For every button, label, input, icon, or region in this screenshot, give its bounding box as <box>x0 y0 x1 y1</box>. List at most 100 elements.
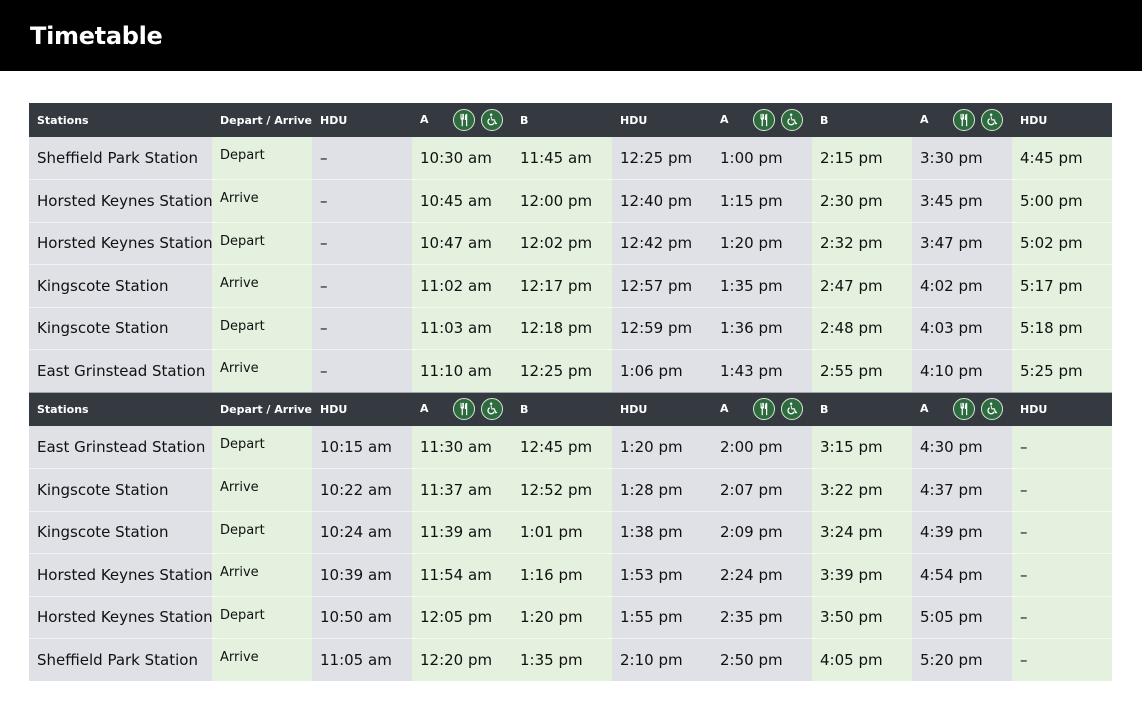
header-train-label: HDU <box>620 402 648 416</box>
header-train: B <box>812 392 912 426</box>
time-cell: 2:47 pm <box>812 264 912 308</box>
depart-arrive-label: Arrive <box>212 349 312 393</box>
header-train: HDU <box>612 392 712 426</box>
time-cell: 2:00 pm <box>712 426 812 469</box>
header-train: B <box>512 392 612 426</box>
depart-arrive-label: Depart <box>212 596 312 639</box>
time-cell: 1:53 pm <box>612 553 712 597</box>
table-row: East Grinstead Station Depart 10:15 am 11:3… <box>29 426 1112 469</box>
time-cell: – <box>312 349 412 393</box>
station-name: Sheffield Park Station <box>29 137 212 180</box>
header-train: A <box>712 392 812 426</box>
time-cell: 4:39 pm <box>912 511 1012 554</box>
station-name: Sheffield Park Station <box>29 638 212 682</box>
table-row: Kingscote Station Arrive –11:02 am 12:17 pm… <box>29 264 1112 308</box>
time-cell: 1:36 pm <box>712 307 812 350</box>
depart-arrive-label: Depart <box>212 222 312 265</box>
amenity-icons <box>452 109 503 131</box>
header-train-label: A <box>920 402 929 416</box>
time-cell: – <box>1012 596 1112 639</box>
time-cell: 12:59 pm <box>612 307 712 350</box>
time-cell: 4:10 pm <box>912 349 1012 393</box>
time-cell: 2:07 pm <box>712 468 812 512</box>
time-cell: 10:45 am <box>412 179 512 223</box>
time-cell: 1:43 pm <box>712 349 812 393</box>
time-cell: 1:01 pm <box>512 511 612 554</box>
time-cell: 5:05 pm <box>912 596 1012 639</box>
time-cell: 1:00 pm <box>712 137 812 180</box>
time-cell: 12:25 pm <box>612 137 712 180</box>
fork-knife-icon <box>452 398 475 421</box>
time-cell: 2:15 pm <box>812 137 912 180</box>
time-cell: 12:02 pm <box>512 222 612 265</box>
time-cell: 1:16 pm <box>512 553 612 597</box>
header-train-label: B <box>820 113 829 127</box>
time-cell: 3:47 pm <box>912 222 1012 265</box>
station-name: Kingscote Station <box>29 511 212 554</box>
time-cell: – <box>1012 511 1112 554</box>
station-name: East Grinstead Station <box>29 426 212 469</box>
depart-arrive-label: Depart <box>212 511 312 554</box>
station-name: Kingscote Station <box>29 307 212 350</box>
table-row: Sheffield Park Station Depart –10:30 am 11:… <box>29 137 1112 180</box>
time-cell: 12:52 pm <box>512 468 612 512</box>
station-name: Horsted Keynes Station <box>29 222 213 265</box>
time-cell: 11:02 am <box>412 264 512 308</box>
time-cell: 4:30 pm <box>912 426 1012 469</box>
time-cell: 3:24 pm <box>812 511 912 554</box>
header-train-label: HDU <box>320 402 348 416</box>
header-train-label: A <box>420 402 429 416</box>
time-cell: 11:54 am <box>412 553 512 597</box>
time-cell: 11:37 am <box>412 468 512 512</box>
header-train: A <box>912 103 1012 137</box>
time-cell: 11:39 am <box>412 511 512 554</box>
header-stations: Stations <box>37 402 89 416</box>
time-cell: 10:39 am <box>312 553 412 597</box>
depart-arrive-label: Depart <box>212 307 312 350</box>
amenity-icons <box>952 109 1003 131</box>
fork-knife-icon <box>752 109 775 131</box>
fork-knife-icon <box>752 398 775 421</box>
time-cell: – <box>1012 426 1112 469</box>
time-cell: 4:05 pm <box>812 638 912 682</box>
fork-knife-icon <box>952 109 975 131</box>
depart-arrive-label: Arrive <box>212 264 312 308</box>
wheelchair-icon <box>980 109 1003 131</box>
amenity-icons <box>952 398 1003 421</box>
time-cell: 11:45 am <box>512 137 612 180</box>
table-row: Kingscote Station Depart 10:24 am 11:39 am 1… <box>29 511 1112 554</box>
header-train: HDU <box>1012 392 1112 426</box>
time-cell: 2:50 pm <box>712 638 812 682</box>
time-cell: 11:05 am <box>312 638 412 682</box>
header-train: A <box>912 392 1012 426</box>
time-cell: – <box>312 264 412 308</box>
header-stations: Stations <box>37 113 89 127</box>
header-train: HDU <box>312 392 412 426</box>
time-cell: 5:20 pm <box>912 638 1012 682</box>
header-train-label: HDU <box>1020 402 1048 416</box>
time-cell: 1:20 pm <box>512 596 612 639</box>
station-name: Kingscote Station <box>29 468 212 512</box>
header-train: A <box>412 392 512 426</box>
depart-arrive-label: Arrive <box>212 179 312 223</box>
header-train-label: HDU <box>320 113 348 127</box>
time-cell: 12:05 pm <box>412 596 512 639</box>
time-cell: 10:22 am <box>312 468 412 512</box>
time-cell: – <box>1012 553 1112 597</box>
header-train-label: B <box>520 113 529 127</box>
header-train: A <box>412 103 512 137</box>
time-cell: 2:35 pm <box>712 596 812 639</box>
wheelchair-icon <box>480 109 503 131</box>
time-cell: 1:35 pm <box>712 264 812 308</box>
time-cell: 3:50 pm <box>812 596 912 639</box>
table-row: Horsted Keynes Station Depart 10:50 am 12:0… <box>29 596 1112 639</box>
time-cell: 5:18 pm <box>1012 307 1112 350</box>
table-header-row: Stations Depart / Arrive HDU A B HDU A B A HDU <box>29 392 1112 426</box>
station-name: Horsted Keynes Station <box>29 596 213 639</box>
table-row: Horsted Keynes Station Arrive –10:45 am 12:… <box>29 179 1112 223</box>
header-train: HDU <box>612 103 712 137</box>
table-row: Kingscote Station Depart –11:03 am 12:18 pm… <box>29 307 1112 350</box>
depart-arrive-label: Depart <box>212 426 312 469</box>
time-cell: 1:15 pm <box>712 179 812 223</box>
page-header: Timetable <box>0 0 1142 71</box>
